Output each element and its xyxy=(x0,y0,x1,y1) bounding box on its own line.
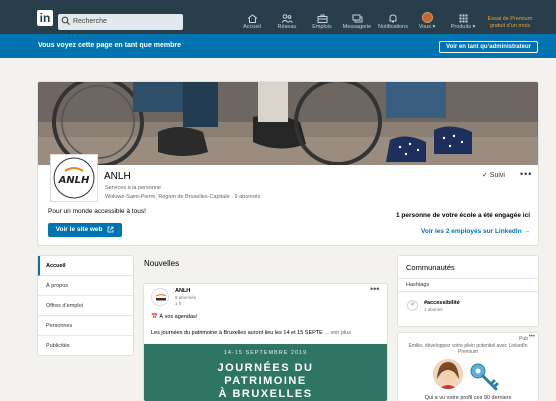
company-location-followers: Woluwe-Saint-Pierre, Région de Bruxelles… xyxy=(105,194,261,200)
post-text-line-2: Les journées du patrimoine à Bruxelles a… xyxy=(151,330,351,336)
post-author-followers: 9 abonnés xyxy=(175,295,197,300)
post-text-line-1: 📅 À vos agendas! xyxy=(151,314,198,320)
visit-website-button[interactable]: Voir le site web xyxy=(48,223,122,237)
visit-website-label: Voir le site web xyxy=(55,226,103,233)
ad-profile-views-text: Qui a vu votre profil ces 90 derniers xyxy=(424,395,512,401)
tab-hashtags[interactable]: Hashtags xyxy=(398,278,538,292)
page-nav-jobs[interactable]: Offres d’emploi xyxy=(38,296,133,316)
premium-line-1: Essai de Premium xyxy=(487,16,533,22)
nav-item-products[interactable]: Produits ▾ xyxy=(448,14,478,34)
post-more-button[interactable]: ••• xyxy=(370,284,379,294)
post-author-logo[interactable] xyxy=(151,288,169,306)
company-page-nav: Accueil À propos Offres d’emploi Personn… xyxy=(38,256,133,355)
page-nav-home[interactable]: Accueil xyxy=(38,256,133,276)
grid-icon xyxy=(459,14,467,23)
page-nav-ads[interactable]: Publicités xyxy=(38,336,133,356)
page-nav-people[interactable]: Personnes xyxy=(38,316,133,336)
external-link-icon xyxy=(107,226,114,233)
ad-card: Pub ••• Emilie, développez votre plein p… xyxy=(398,333,538,401)
anlh-logo-text: ANLH xyxy=(58,175,90,186)
top-nav: in Recherche Accueil Réseau Emplois Mess… xyxy=(0,0,556,34)
search-icon xyxy=(61,16,70,25)
anlh-small-logo xyxy=(153,290,168,305)
nav-item-me[interactable]: Vous ▾ xyxy=(416,12,438,32)
ad-more-button[interactable]: ••• xyxy=(529,334,535,340)
post-text: Les journées du patrimoine à Bruxelles a… xyxy=(151,330,323,336)
company-logo: ANLH xyxy=(50,154,98,202)
image-title-line-1: JOURNÉES DU xyxy=(217,362,314,374)
company-tagline: Pour un monde accessible à tous! xyxy=(48,208,146,215)
linkedin-logo[interactable]: in xyxy=(37,10,53,26)
ad-text: Emilie, développez votre plein potentiel… xyxy=(408,343,528,355)
nav-item-notifications[interactable]: Notifications xyxy=(375,14,411,34)
news-post: ANLH 9 abonnés 1 h ••• 📅 À vos agendas! … xyxy=(144,284,387,401)
member-view-banner: Vous voyez cette page en tant que membre… xyxy=(0,34,556,58)
image-title-line-3: À BRUXELLES xyxy=(218,388,313,400)
post-image[interactable]: 14-15 SEPTEMBRE 2019 JOURNÉES DU PATRIMO… xyxy=(144,344,387,401)
bell-icon xyxy=(389,14,397,23)
more-options-button[interactable]: ••• xyxy=(520,169,532,179)
cover-photo xyxy=(38,82,538,165)
company-header-card: ANLH ANLH Services à la personne Woluwe-… xyxy=(38,82,538,245)
post-image-title: JOURNÉES DU PATRIMOINE À BRUXELLES xyxy=(144,362,387,401)
nav-item-messaging[interactable]: Messagerie xyxy=(342,14,372,34)
network-icon xyxy=(281,14,293,23)
avatar xyxy=(421,12,433,23)
post-image-date: 14-15 SEPTEMBRE 2019 xyxy=(223,350,308,356)
company-category: Services à la personne xyxy=(105,185,161,191)
briefcase-icon xyxy=(317,14,327,23)
search-placeholder: Recherche xyxy=(73,18,107,25)
banner-text: Vous voyez cette page en tant que membre xyxy=(38,42,182,49)
post-time: 1 h xyxy=(175,301,182,306)
premium-trial-link[interactable]: Essai de Premium gratuit d’un mois xyxy=(486,16,534,30)
school-hire-text: 1 personne de votre école a été engagée … xyxy=(395,212,530,219)
news-heading: Nouvelles xyxy=(144,259,180,268)
user-photo xyxy=(433,359,463,389)
see-employees-link[interactable]: Voir les 2 employés sur LinkedIn → xyxy=(421,228,530,235)
messaging-icon xyxy=(352,14,362,23)
key-icon xyxy=(470,363,499,391)
communities-heading: Communautés xyxy=(406,263,455,272)
hashtag-followers: 1 abonné xyxy=(424,307,443,312)
see-more-link[interactable]: ... voir plus xyxy=(324,330,351,336)
communities-card: Communautés Hashtags # #accessibilité 1 … xyxy=(398,256,538,326)
hashtag-icon: # xyxy=(407,300,418,311)
anlh-logo: ANLH xyxy=(53,157,95,199)
post-author-name[interactable]: ANLH xyxy=(175,288,190,294)
nav-item-jobs[interactable]: Emplois xyxy=(310,14,334,34)
follow-button[interactable]: ✓ Suivi xyxy=(482,171,505,179)
page-nav-about[interactable]: À propos xyxy=(38,276,133,296)
company-name: ANLH xyxy=(104,171,131,182)
home-icon xyxy=(247,14,257,23)
ad-user-avatar xyxy=(433,359,463,389)
cover-image xyxy=(38,82,538,165)
nav-item-home[interactable]: Accueil xyxy=(241,14,263,34)
view-as-admin-button[interactable]: Voir en tant qu’administrateur xyxy=(439,41,538,53)
nav-item-network[interactable]: Réseau xyxy=(276,14,298,34)
ad-label: Pub xyxy=(519,336,528,342)
image-title-line-2: PATRIMOINE xyxy=(224,375,307,387)
hashtag-link[interactable]: #accessibilité xyxy=(424,300,460,306)
search-input[interactable]: Recherche xyxy=(58,14,183,30)
premium-line-2: gratuit d’un mois xyxy=(489,23,531,29)
